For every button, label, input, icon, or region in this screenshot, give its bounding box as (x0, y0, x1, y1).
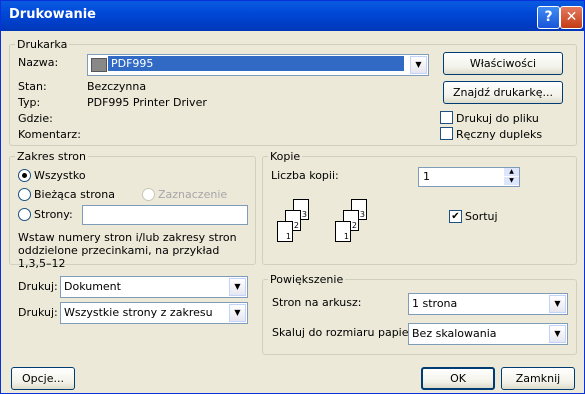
print-pages-select[interactable]: Wszystkie strony z zakresu ▼ (60, 302, 248, 324)
where-label: Gdzie: (18, 112, 53, 125)
scale-select[interactable]: Bez skalowania ▼ (408, 323, 568, 345)
radio-current-page[interactable] (18, 188, 31, 201)
collate-label: Sortuj (465, 210, 498, 223)
print-what-label: Drukuj: (18, 280, 58, 293)
printer-legend: Drukarka (15, 38, 70, 51)
scale-value: Bez skalowania (412, 327, 497, 340)
window-title: Drukowanie (9, 7, 96, 22)
manual-duplex-checkbox[interactable] (440, 127, 453, 140)
manual-duplex-label: Ręczny dupleks (456, 128, 543, 141)
copies-legend: Kopie (268, 150, 303, 163)
radio-all-label: Wszystko (34, 169, 86, 182)
type-value: PDF995 Printer Driver (87, 96, 207, 109)
radio-selected-dot (22, 173, 27, 178)
status-value: Bezczynna (87, 80, 147, 93)
scale-label: Skaluj do rozmiaru papieru: (272, 326, 424, 339)
print-pages-label: Drukuj: (18, 306, 58, 319)
print-what-value: Dokument (64, 280, 121, 293)
spin-up-icon[interactable]: ▲ (504, 168, 519, 176)
print-to-file-checkbox[interactable] (440, 111, 453, 124)
dropdown-arrow-icon[interactable]: ▼ (549, 295, 566, 313)
radio-pages-label: Strony: (34, 208, 73, 221)
copies-count-label: Liczba kopii: (271, 169, 339, 182)
printer-name-select[interactable]: PDF995 ▼ (87, 54, 429, 76)
printer-icon (91, 58, 107, 72)
comment-label: Komentarz: (18, 128, 81, 141)
dropdown-arrow-icon[interactable]: ▼ (549, 325, 566, 343)
find-printer-button[interactable]: Znajdź drukarkę... (443, 81, 563, 104)
spin-down-icon[interactable]: ▼ (504, 177, 519, 185)
help-button[interactable]: ? (537, 6, 560, 29)
copies-count-input[interactable]: 1 ▲ ▼ (418, 167, 520, 187)
print-pages-value: Wszystkie strony z zakresu (64, 306, 213, 319)
radio-current-page-label: Bieżąca strona (34, 188, 115, 201)
pages-per-sheet-value: 1 strona (412, 297, 458, 310)
radio-selection-label: Zaznaczenie (158, 188, 228, 201)
properties-button[interactable]: Właściwości (443, 52, 563, 75)
printer-name-value: PDF995 (108, 56, 404, 71)
ok-button[interactable]: OK (421, 367, 495, 390)
type-label: Typ: (18, 96, 41, 109)
zoom-legend: Powiększenie (268, 273, 346, 286)
page-range-group: Zakres stron Wszystko Bieżąca strona Zaz… (9, 150, 256, 270)
radio-selection (142, 188, 155, 201)
print-to-file-label: Drukuj do pliku (456, 112, 539, 125)
pages-per-sheet-select[interactable]: 1 strona ▼ (408, 293, 568, 315)
dropdown-arrow-icon[interactable]: ▼ (229, 278, 246, 296)
options-button[interactable]: Opcje... (11, 367, 75, 390)
pages-hint: Wstaw numery stron i/lub zakresy stron o… (18, 231, 237, 270)
dropdown-arrow-icon[interactable]: ▼ (229, 304, 246, 322)
page-icon: 1 (277, 221, 293, 242)
copies-group: Kopie Liczba kopii: 1 ▲ ▼ 3 2 1 3 2 1 ✔ … (262, 150, 577, 265)
page-range-legend: Zakres stron (15, 150, 88, 163)
printer-group: Drukarka Nazwa: PDF995 ▼ Właściwości Sta… (9, 38, 577, 146)
dropdown-arrow-icon[interactable]: ▼ (410, 56, 427, 74)
page-icon: 1 (335, 221, 351, 242)
radio-all[interactable] (18, 169, 31, 182)
pages-input[interactable] (82, 205, 248, 225)
cancel-button[interactable]: Zamknij (501, 367, 575, 390)
print-dialog: Drukowanie ? ✕ Drukarka Nazwa: PDF995 ▼ … (0, 0, 585, 394)
pages-per-sheet-label: Stron na arkusz: (272, 296, 362, 309)
zoom-group: Powiększenie Stron na arkusz: 1 strona ▼… (262, 273, 577, 355)
print-what-select[interactable]: Dokument ▼ (60, 276, 248, 298)
radio-pages[interactable] (18, 208, 31, 221)
title-bar: Drukowanie ? ✕ (1, 1, 584, 31)
name-label: Nazwa: (18, 56, 59, 69)
collate-checkbox[interactable]: ✔ (449, 210, 462, 223)
copies-count-value: 1 (423, 170, 430, 183)
close-button[interactable]: ✕ (560, 6, 583, 29)
status-label: Stan: (18, 80, 47, 93)
